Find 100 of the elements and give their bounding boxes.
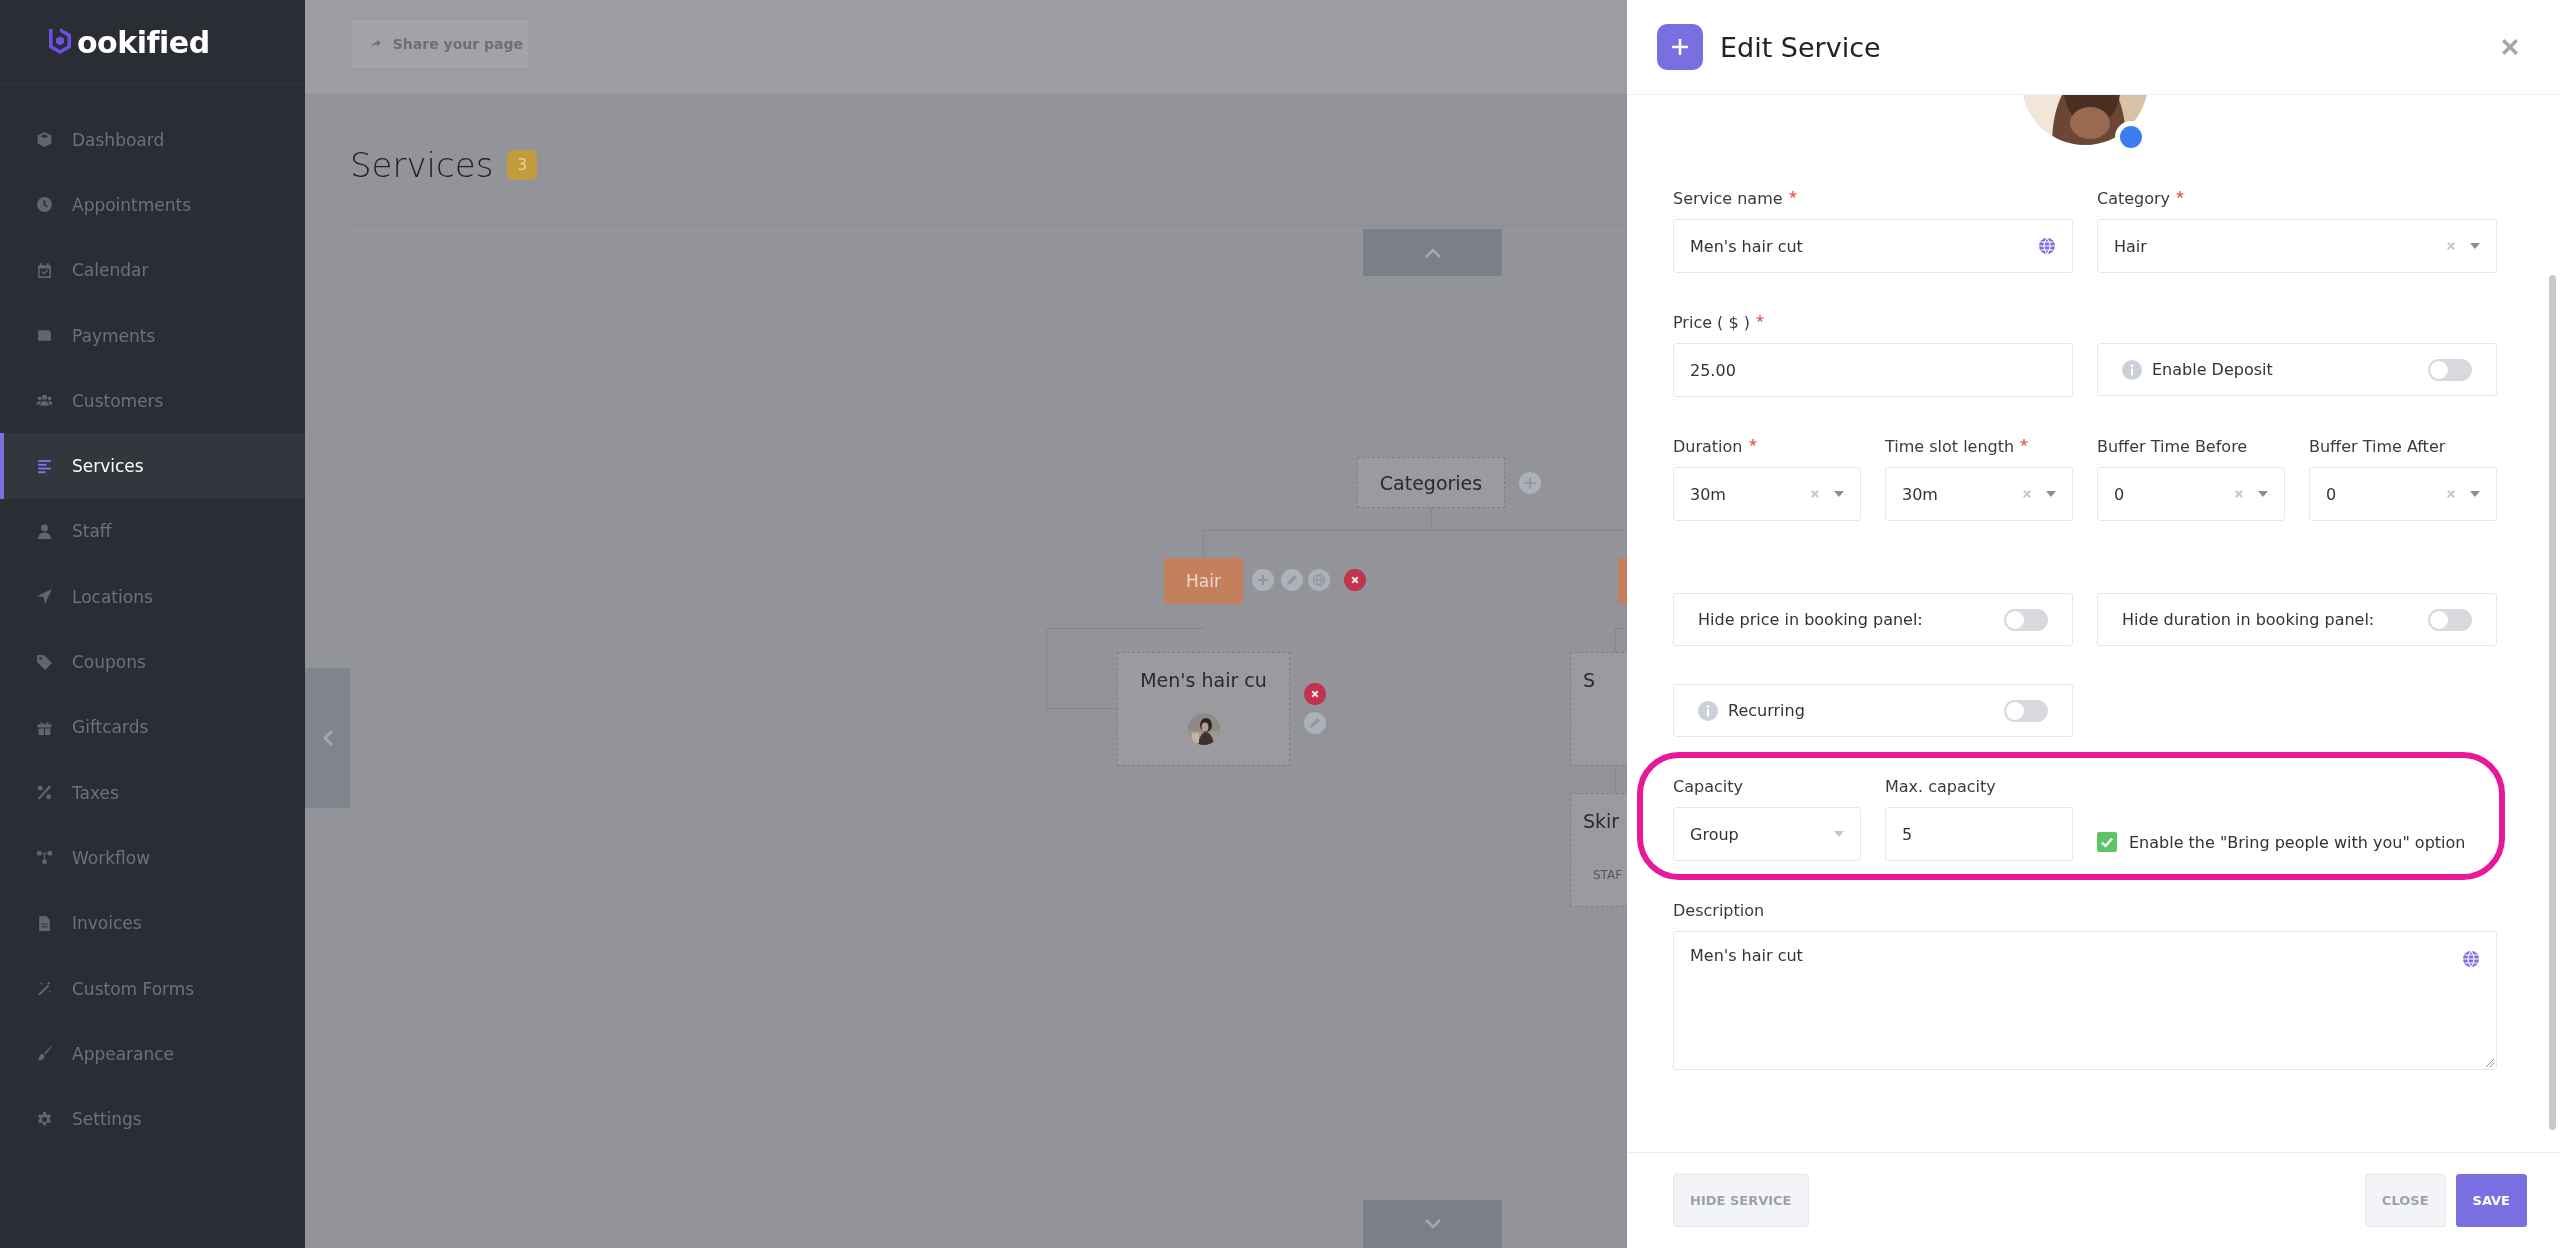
sidebar-item[interactable]: Dashboard <box>0 107 305 173</box>
add-icon[interactable] <box>1519 472 1541 494</box>
service-card[interactable]: Men's hair cu <box>1117 652 1290 766</box>
clear-icon[interactable] <box>2022 489 2032 499</box>
text-field[interactable]: 5 <box>1885 807 2073 861</box>
plus-icon <box>1671 38 1689 56</box>
user-icon <box>36 522 53 540</box>
checkbox-label: Enable the "Bring people with you" option <box>2129 832 2466 852</box>
cube-icon <box>36 131 53 149</box>
scroll-up-button[interactable] <box>1363 229 1502 276</box>
clear-icon[interactable] <box>2446 489 2456 499</box>
checkbox[interactable] <box>2097 832 2117 852</box>
magic-wand-icon <box>36 980 53 997</box>
select-field[interactable]: 0 <box>2309 467 2497 521</box>
globe-icon[interactable] <box>2038 237 2056 255</box>
clear-icon[interactable] <box>1810 489 1820 499</box>
field-label: Price ( $ ) <box>1673 312 1750 332</box>
sidebar-item[interactable]: Coupons <box>0 629 305 695</box>
caret-icon <box>2470 491 2480 497</box>
document-icon <box>36 914 53 932</box>
count-badge: 3 <box>507 150 538 180</box>
dialog-button[interactable]: SAVE <box>2455 1174 2527 1227</box>
toggle-switch[interactable] <box>2428 608 2472 631</box>
category-node[interactable]: Hair <box>1164 558 1243 604</box>
sidebar-item[interactable]: Services <box>0 433 305 499</box>
field-label: Description <box>1673 900 1765 920</box>
edit-icon[interactable] <box>1304 712 1326 734</box>
field-label: Duration <box>1673 436 1743 456</box>
category-root-node: Categories <box>1357 457 1505 508</box>
close-icon[interactable] <box>2500 37 2520 57</box>
chevron-down-icon <box>1423 1218 1442 1230</box>
close-icon[interactable] <box>1344 569 1366 591</box>
dialog-button[interactable]: HIDE SERVICE <box>1673 1174 1809 1227</box>
service-name: Skir <box>1583 810 1620 832</box>
select-field[interactable]: 0 <box>2097 467 2285 521</box>
caret-icon <box>2470 243 2480 249</box>
field-label: Buffer Time After <box>2309 436 2446 456</box>
dialog-button[interactable]: CLOSE <box>2364 1174 2446 1227</box>
sidebar-item[interactable]: Settings <box>0 1086 305 1152</box>
service-card[interactable]: Skir STAF <box>1570 793 1627 907</box>
select-field[interactable]: Hair <box>2097 219 2497 273</box>
chevron-up-icon <box>1423 246 1442 259</box>
caret-icon <box>2258 491 2268 497</box>
toggle-switch[interactable] <box>2004 699 2048 722</box>
sidebar-item[interactable]: Payments <box>0 302 305 369</box>
calendar-icon <box>36 261 53 279</box>
globe-icon[interactable] <box>2462 950 2480 968</box>
toggle-label: Recurring <box>1728 701 1806 720</box>
sidebar-item[interactable]: Locations <box>0 564 305 630</box>
caret-icon <box>1834 491 1844 497</box>
resize-handle-icon[interactable] <box>2486 1059 2494 1067</box>
field-label: Category <box>2097 188 2171 208</box>
toggle-switch[interactable] <box>2004 608 2048 631</box>
sidebar-item[interactable]: Taxes <box>0 759 305 826</box>
gear-icon <box>36 1110 53 1128</box>
chevron-left-icon <box>321 729 334 747</box>
text-field[interactable]: Men's hair cut <box>1673 219 2073 273</box>
logo-text: ookified <box>77 24 210 60</box>
sidebar-item[interactable]: Calendar <box>0 237 305 303</box>
add-button[interactable] <box>1657 24 1703 70</box>
select-field[interactable]: Group <box>1673 807 1861 861</box>
toggle-label: Enable Deposit <box>2152 360 2274 379</box>
toggle-label: Hide price in booking panel: <box>1698 610 1924 629</box>
service-name: Men's hair cu <box>1140 669 1267 691</box>
sidebar-item[interactable]: Custom Forms <box>0 955 305 1022</box>
sidebar-item[interactable]: Appearance <box>0 1021 305 1087</box>
add-icon[interactable] <box>1252 569 1274 591</box>
staff-label: STAF <box>1593 868 1623 882</box>
list-icon <box>36 457 53 475</box>
sidebar-item[interactable]: Workflow <box>0 825 305 891</box>
field-label: Time slot length <box>1885 436 2015 456</box>
percent-icon <box>36 784 53 802</box>
sidebar-item[interactable]: Staff <box>0 498 305 565</box>
sidebar-item[interactable]: Giftcards <box>0 694 305 760</box>
service-card[interactable]: S <box>1570 652 1627 766</box>
sidebar-item[interactable]: Customers <box>0 368 305 434</box>
brush-icon <box>36 1045 53 1063</box>
scrollbar-thumb[interactable] <box>2549 275 2556 1130</box>
scroll-down-button[interactable] <box>1363 1200 1502 1248</box>
select-field[interactable]: 30m <box>1673 467 1861 521</box>
checkmark-icon <box>2100 835 2114 849</box>
sidebar-item[interactable]: Appointments <box>0 172 305 238</box>
hierarchy-icon <box>36 849 53 867</box>
clear-icon[interactable] <box>2446 241 2456 251</box>
text-field[interactable]: 25.00 <box>1673 343 2073 397</box>
field-label: Buffer Time Before <box>2097 436 2248 456</box>
edit-icon[interactable] <box>1281 569 1303 591</box>
close-icon[interactable] <box>1304 683 1326 705</box>
field-label: Service name <box>1673 188 1783 208</box>
field-label: Capacity <box>1673 776 1743 796</box>
dialog-title: Edit Service <box>1720 31 1882 63</box>
select-field[interactable]: 30m <box>1885 467 2073 521</box>
toggle-switch[interactable] <box>2428 358 2472 381</box>
page-title: Services <box>350 145 494 185</box>
collapse-tab[interactable] <box>305 668 350 808</box>
clear-icon[interactable] <box>2234 489 2244 499</box>
text-area[interactable]: Men's hair cut <box>1673 931 2497 1070</box>
sidebar-item[interactable]: Invoices <box>0 890 305 956</box>
navigation-arrow-icon <box>36 588 53 606</box>
caret-icon <box>2046 491 2056 497</box>
